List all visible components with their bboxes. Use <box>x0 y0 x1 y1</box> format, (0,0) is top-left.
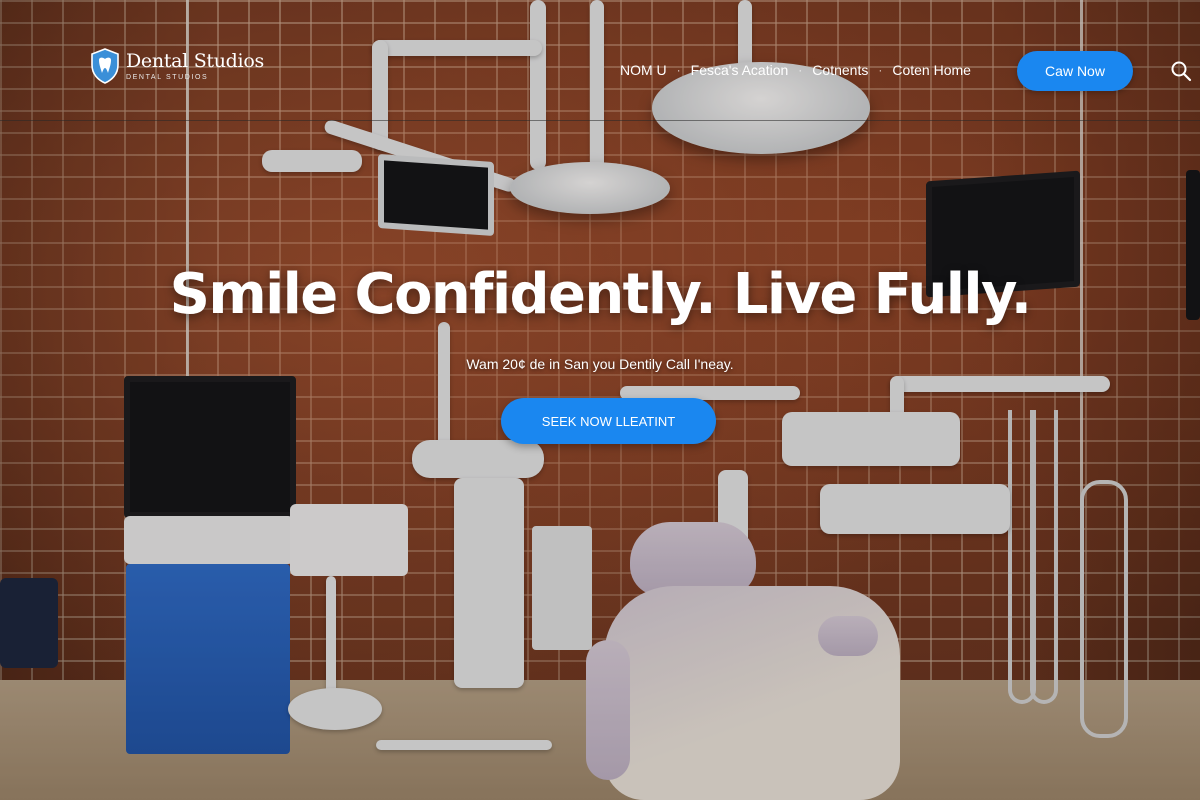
brand-name: Dental Studios <box>126 49 264 72</box>
nav-item-contents[interactable]: Cotnents <box>812 62 868 78</box>
search-icon[interactable] <box>1170 60 1192 82</box>
hero-cta-button[interactable]: SEEK NOW LLEATINT <box>501 398 716 444</box>
nav-item-home[interactable]: Coten Home <box>892 62 971 78</box>
hero-subtitle: Wam 20¢ de in San you Dentily Call I'nea… <box>466 356 734 372</box>
brand-logo[interactable]: Dental Studios DENTAL STUDIOS <box>90 48 264 84</box>
tooth-shield-icon <box>91 48 119 84</box>
call-now-button[interactable]: Caw Now <box>1017 51 1133 91</box>
site-header: Dental Studios DENTAL STUDIOS NOM U · Fe… <box>0 0 1200 121</box>
nav-item-location[interactable]: Fesca's Acation <box>691 62 789 78</box>
main-nav: NOM U · Fesca's Acation · Cotnents · Cot… <box>620 62 971 78</box>
hero-title: Smile Confidently. Live Fully. <box>169 262 1032 327</box>
nav-item-menu[interactable]: NOM U <box>620 62 667 78</box>
brand-tagline: DENTAL STUDIOS <box>126 73 209 81</box>
